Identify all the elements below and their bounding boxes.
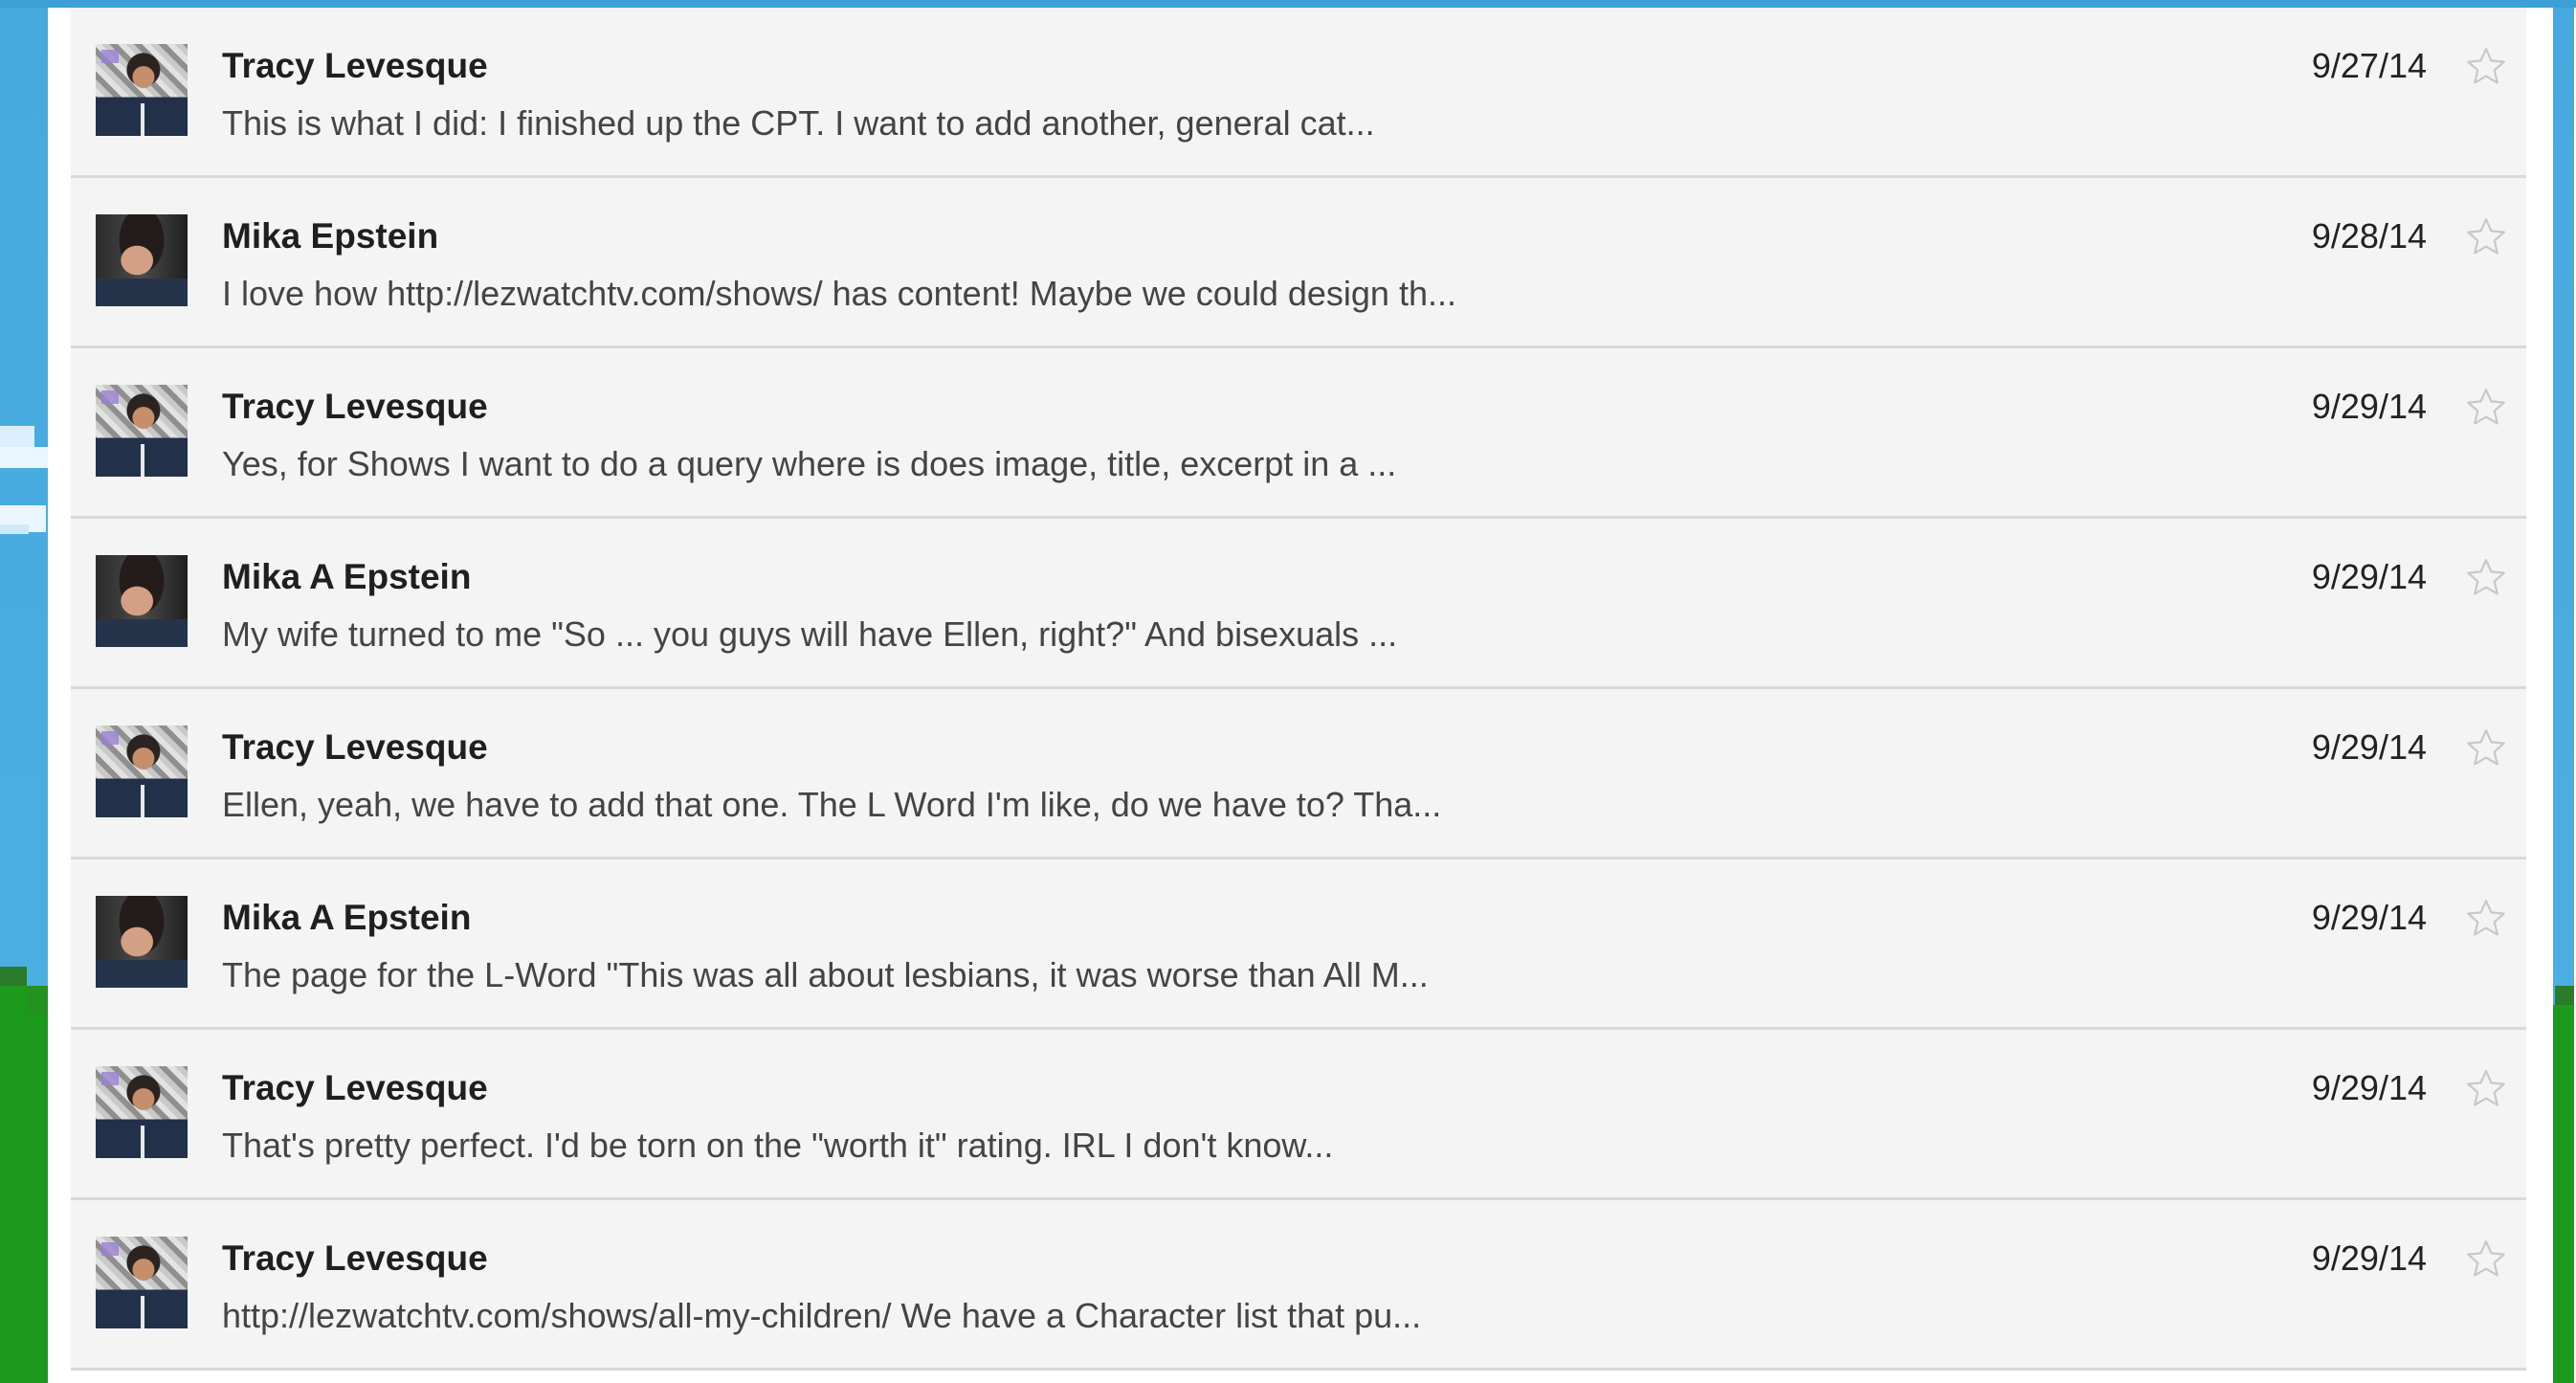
star-outline-icon (2467, 218, 2505, 255)
background-cloud (0, 524, 29, 534)
background-cloud (0, 447, 50, 468)
star-outline-icon (2467, 1070, 2505, 1106)
message-snippet: That's pretty perfect. I'd be torn on th… (222, 1126, 1334, 1165)
star-outline-icon (2467, 900, 2505, 936)
message-snippet: Yes, for Shows I want to do a query wher… (222, 444, 1397, 483)
window-top-edge (0, 0, 2576, 8)
message-date: 9/29/14 (2311, 1068, 2427, 1107)
star-icon[interactable] (2463, 44, 2509, 90)
avatar-tracy (96, 725, 188, 817)
star-outline-icon (2467, 729, 2505, 766)
message-row[interactable]: Tracy Levesque Yes, for Shows I want to … (71, 348, 2526, 519)
message-snippet: I love how http://lezwatchtv.com/shows/ … (222, 274, 1456, 313)
sender-name: Tracy Levesque (222, 727, 488, 767)
star-icon[interactable] (2463, 1237, 2509, 1283)
star-icon[interactable] (2463, 896, 2509, 942)
message-row[interactable]: Tracy Levesque That's pretty perfect. I'… (71, 1030, 2526, 1200)
star-icon[interactable] (2463, 385, 2509, 431)
sender-name: Tracy Levesque (222, 1238, 488, 1278)
message-date: 9/29/14 (2311, 557, 2427, 596)
message-date: 9/28/14 (2311, 216, 2427, 256)
message-row[interactable]: Tracy Levesque Ellen, yeah, we have to a… (71, 689, 2526, 859)
star-icon[interactable] (2463, 214, 2509, 260)
avatar-tracy (96, 1066, 188, 1158)
message-snippet: This is what I did: I finished up the CP… (222, 103, 1375, 143)
message-snippet: http://lezwatchtv.com/shows/all-my-child… (222, 1296, 1422, 1335)
message-list: Tracy Levesque This is what I did: I fin… (71, 8, 2526, 1371)
star-outline-icon (2467, 48, 2505, 84)
avatar-mika (96, 555, 188, 647)
background-cloud (0, 426, 34, 447)
avatar-mika (96, 896, 188, 988)
message-snippet: Ellen, yeah, we have to add that one. Th… (222, 785, 1442, 824)
message-snippet: My wife turned to me "So ... you guys wi… (222, 614, 1398, 654)
message-row[interactable]: Mika A Epstein My wife turned to me "So … (71, 519, 2526, 689)
message-date: 9/27/14 (2311, 46, 2427, 85)
star-outline-icon (2467, 559, 2505, 595)
message-row[interactable]: Tracy Levesque This is what I did: I fin… (71, 8, 2526, 178)
sender-name: Tracy Levesque (222, 46, 488, 85)
message-date: 9/29/14 (2311, 1238, 2427, 1278)
avatar-tracy (96, 44, 188, 136)
message-row[interactable]: Mika Epstein I love how http://lezwatcht… (71, 178, 2526, 348)
message-date: 9/29/14 (2311, 387, 2427, 426)
desktop-background: Tracy Levesque This is what I did: I fin… (0, 0, 2576, 1383)
star-icon[interactable] (2463, 725, 2509, 771)
star-icon[interactable] (2463, 555, 2509, 601)
star-outline-icon (2467, 1240, 2505, 1277)
message-row[interactable]: Tracy Levesque http://lezwatchtv.com/sho… (71, 1200, 2526, 1371)
message-snippet: The page for the L-Word "This was all ab… (222, 955, 1429, 994)
avatar-tracy (96, 385, 188, 477)
sender-name: Tracy Levesque (222, 1068, 488, 1107)
avatar-tracy (96, 1237, 188, 1328)
star-icon[interactable] (2463, 1066, 2509, 1112)
message-panel: Tracy Levesque This is what I did: I fin… (48, 8, 2576, 1383)
sender-name: Mika A Epstein (222, 898, 472, 937)
sender-name: Mika A Epstein (222, 557, 472, 596)
message-date: 9/29/14 (2311, 898, 2427, 937)
sender-name: Tracy Levesque (222, 387, 488, 426)
star-outline-icon (2467, 389, 2505, 425)
message-row[interactable]: Mika A Epstein The page for the L-Word "… (71, 859, 2526, 1030)
message-date: 9/29/14 (2311, 727, 2427, 767)
sender-name: Mika Epstein (222, 216, 439, 256)
avatar-mika (96, 214, 188, 306)
